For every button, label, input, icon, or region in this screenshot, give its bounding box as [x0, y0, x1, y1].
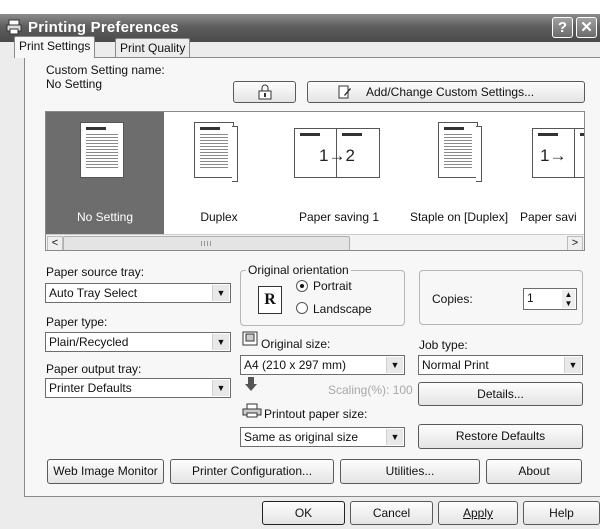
help-button[interactable]: Help	[523, 501, 600, 525]
tab-print-quality[interactable]: Print Quality	[115, 38, 191, 58]
paper-output-tray-label: Paper output tray:	[46, 362, 142, 376]
scaling-value: 100	[392, 383, 413, 397]
custom-settings-gallery: No Setting Duplex 1→2 Paper saving 1 Sta…	[45, 111, 585, 251]
printer-icon	[6, 19, 22, 35]
chevron-down-icon[interactable]: ▼	[564, 357, 581, 373]
arrow-down-icon	[245, 377, 257, 391]
landscape-label: Landscape	[313, 302, 372, 316]
scroll-left-arrow[interactable]: <	[47, 236, 63, 250]
paper-type-select[interactable]: Plain/Recycled ▼	[45, 332, 231, 352]
chevron-down-icon[interactable]: ▼	[212, 380, 229, 396]
restore-defaults-button[interactable]: Restore Defaults	[418, 424, 583, 449]
custom-setting-lock-button[interactable]	[233, 81, 296, 103]
utilities-button[interactable]: Utilities...	[340, 459, 480, 484]
about-button[interactable]: About	[486, 459, 582, 484]
duplex-page-icon	[194, 122, 234, 178]
copies-label: Copies:	[432, 292, 473, 306]
scroll-right-arrow[interactable]: >	[567, 236, 583, 250]
printer-icon	[242, 403, 262, 418]
printer-configuration-button[interactable]: Printer Configuration...	[170, 459, 334, 484]
job-type-select[interactable]: Normal Print ▼	[418, 355, 583, 375]
portrait-radio[interactable]	[296, 280, 308, 292]
gallery-item-staple-on-duplex[interactable]: Staple on [Duplex]	[404, 112, 514, 234]
job-type-label: Job type:	[419, 338, 468, 352]
copies-spinner[interactable]: 1 ▲ ▼	[523, 288, 577, 310]
tab-print-settings[interactable]: Print Settings	[14, 36, 96, 58]
gallery-horizontal-scrollbar[interactable]: < >	[46, 234, 584, 250]
window-title: Printing Preferences	[28, 19, 179, 36]
web-image-monitor-button[interactable]: Web Image Monitor	[47, 459, 164, 484]
spin-up-icon[interactable]: ▲	[562, 290, 575, 299]
chevron-down-icon[interactable]: ▼	[386, 429, 403, 445]
paper-source-tray-select[interactable]: Auto Tray Select ▼	[45, 283, 231, 303]
gallery-item-no-setting[interactable]: No Setting	[46, 112, 164, 234]
scaling-label: Scaling(%):	[328, 383, 390, 397]
chevron-down-icon[interactable]: ▼	[212, 334, 229, 350]
add-change-custom-settings-button[interactable]: Add/Change Custom Settings...	[307, 81, 585, 103]
gallery-item-paper-saving-partial[interactable]: 1→ Paper savi	[514, 112, 584, 234]
single-page-icon	[80, 122, 124, 178]
scaling-display: Scaling(%): 100	[328, 383, 413, 397]
help-title-button[interactable]: ?	[552, 17, 573, 38]
edit-document-icon	[338, 85, 351, 99]
original-orientation-label: Original orientation	[246, 263, 351, 277]
custom-setting-value: No Setting	[46, 77, 103, 91]
scroll-thumb[interactable]	[63, 236, 350, 250]
original-size-label: Original size:	[261, 337, 331, 351]
close-button[interactable]: ✕	[576, 17, 597, 38]
printout-paper-size-select[interactable]: Same as original size ▼	[240, 427, 405, 447]
paper-type-label: Paper type:	[46, 315, 108, 329]
paper-source-tray-label: Paper source tray:	[46, 265, 145, 279]
original-size-select[interactable]: A4 (210 x 297 mm) ▼	[240, 355, 405, 375]
portrait-label: Portrait	[313, 279, 352, 293]
add-change-custom-settings-label: Add/Change Custom Settings...	[366, 85, 535, 99]
details-button[interactable]: Details...	[418, 382, 583, 406]
cancel-button[interactable]: Cancel	[350, 501, 433, 525]
chevron-down-icon[interactable]: ▼	[212, 285, 229, 301]
apply-button[interactable]: Apply	[438, 501, 518, 525]
printout-paper-size-label: Printout paper size:	[264, 407, 368, 421]
orientation-preview-icon: R	[258, 286, 282, 314]
landscape-radio[interactable]	[296, 302, 308, 314]
original-size-icon	[242, 331, 258, 346]
paper-output-tray-select[interactable]: Printer Defaults ▼	[45, 378, 231, 398]
chevron-down-icon[interactable]: ▼	[386, 357, 403, 373]
spin-down-icon[interactable]: ▼	[562, 299, 575, 308]
ok-button[interactable]: OK	[262, 501, 345, 525]
lock-icon	[258, 84, 271, 100]
gallery-item-duplex[interactable]: Duplex	[164, 112, 274, 234]
staple-duplex-icon	[438, 122, 478, 178]
custom-setting-label: Custom Setting name:	[46, 63, 165, 77]
gallery-item-paper-saving-1[interactable]: 1→2 Paper saving 1	[274, 112, 404, 234]
